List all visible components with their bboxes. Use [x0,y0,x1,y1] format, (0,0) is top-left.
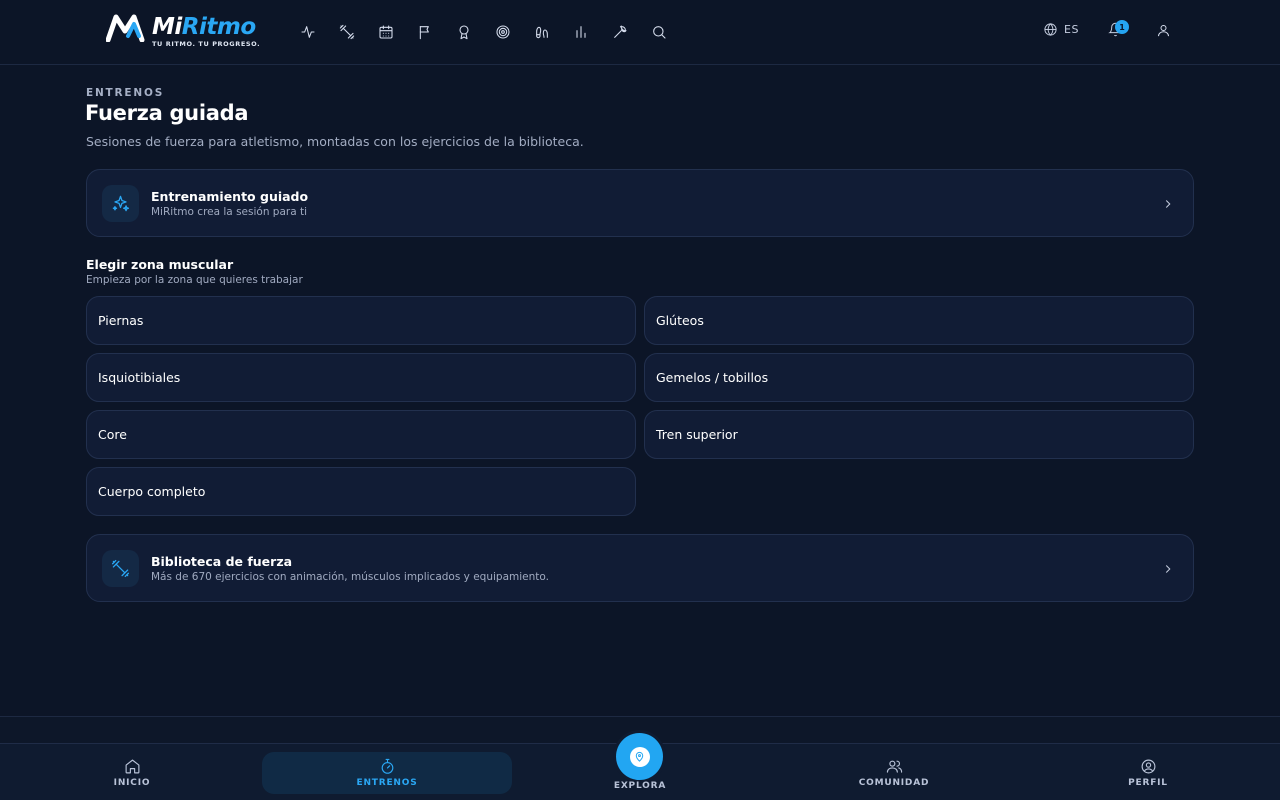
tab-entrenos[interactable]: ENTRENOS [262,752,512,794]
zone-tren-superior[interactable]: Tren superior [644,410,1194,459]
chevron-right-icon [1161,561,1175,580]
tab-perfil[interactable]: PERFIL [1023,752,1273,794]
users-icon [886,760,902,773]
zone-cuerpo-completo[interactable]: Cuerpo completo [86,467,636,516]
zone-isquiotibiales[interactable]: Isquiotibiales [86,353,636,402]
calendar-icon[interactable] [374,20,398,44]
brand-name-part2: Ritmo [181,14,256,40]
notification-badge: 1 [1115,20,1129,34]
strength-library-subtitle: Más de 670 ejercicios con animación, mús… [151,571,549,583]
zone-piernas[interactable]: Piernas [86,296,636,345]
page-title: Fuerza guiada [85,101,249,125]
flag-icon[interactable] [413,20,437,44]
tab-inicio[interactable]: INICIO [7,752,257,794]
bar-chart-icon[interactable] [569,20,593,44]
tab-comunidad-label: COMUNIDAD [858,778,930,788]
strength-library-card[interactable]: Biblioteca de fuerza Más de 670 ejercici… [86,534,1194,602]
page-eyebrow: ENTRENOS [86,87,165,99]
notifications-button[interactable]: 1 [1108,20,1129,42]
guided-training-title: Entrenamiento guiado [151,189,309,204]
tab-comunidad[interactable]: COMUNIDAD [769,752,1019,794]
activity-icon[interactable] [296,20,320,44]
footprints-icon[interactable] [530,20,554,44]
stopwatch-icon [381,758,393,774]
brand-tagline: TU RITMO. TU PROGRESO. [152,40,261,48]
tab-entrenos-label: ENTRENOS [356,778,418,788]
search-icon[interactable] [647,20,671,44]
main-nav [296,20,686,44]
wrench-icon[interactable] [608,20,632,44]
zone-gemelos-tobillos[interactable]: Gemelos / tobillos [644,353,1194,402]
user-circle-icon [1141,759,1155,774]
chevron-right-icon [1161,196,1175,215]
page-subtitle: Sesiones de fuerza para atletismo, monta… [86,134,584,149]
tab-inicio-label: INICIO [113,778,151,788]
target-icon[interactable] [491,20,515,44]
brand-logo-icon [106,14,145,42]
dumbbell-icon[interactable] [335,20,359,44]
tab-explora-label: EXPLORA [613,781,667,791]
guided-training-subtitle: MiRitmo crea la sesión para ti [151,206,308,218]
muscle-zone-subtitle: Empieza por la zona que quieres trabajar [86,274,303,286]
user-icon [1158,25,1169,37]
muscle-zone-title: Elegir zona muscular [86,257,234,272]
explora-button[interactable] [616,733,663,780]
brand-name-part1: Mi [152,14,182,40]
strength-library-title: Biblioteca de fuerza [151,554,293,569]
top-bar: MiRitmo TU RITMO. TU PROGRESO. ES 1 [0,0,1280,65]
dumbbell-icon [102,550,139,587]
brand-name: MiRitmo [152,12,256,42]
zone-core[interactable]: Core [86,410,636,459]
medal-icon[interactable] [452,20,476,44]
tab-perfil-label: PERFIL [1128,778,1168,788]
language-code: ES [1064,23,1079,36]
guided-training-card[interactable]: Entrenamiento guiado MiRitmo crea la ses… [86,169,1194,237]
home-icon [125,759,139,774]
map-pin-icon [629,746,650,767]
language-selector[interactable]: ES [1043,22,1079,37]
zone-gluteos[interactable]: Glúteos [644,296,1194,345]
globe-icon [1044,23,1057,36]
user-account-button[interactable] [1156,23,1171,42]
sparkles-icon [102,185,139,222]
brand-logo[interactable]: MiRitmo TU RITMO. TU PROGRESO. [106,12,266,52]
